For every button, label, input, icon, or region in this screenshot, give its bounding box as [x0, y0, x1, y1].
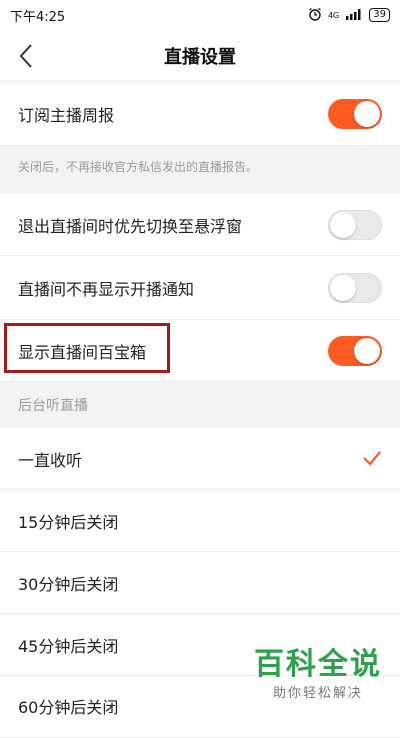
setting-no-start-notice: 直播间不再显示开播通知 [0, 256, 400, 320]
battery-icon: 39 [369, 8, 390, 22]
listen-option[interactable]: 30分钟后关闭 [0, 552, 400, 614]
listen-option[interactable]: 一直收听 [0, 428, 400, 490]
back-button[interactable] [12, 40, 40, 72]
section-background-listen: 后台听直播 [0, 382, 400, 428]
status-icons: 4G 39 [308, 7, 390, 24]
listen-option[interactable]: 15分钟后关闭 [0, 490, 400, 552]
toggle-knob [354, 100, 380, 127]
no-start-notice-toggle[interactable] [328, 272, 382, 303]
option-label: 60分钟后关闭 [18, 698, 119, 717]
alarm-icon [308, 7, 322, 24]
setting-label: 订阅主播周报 [18, 105, 115, 125]
toggle-knob [354, 337, 380, 364]
option-label: 一直收听 [18, 450, 83, 470]
checkmark-icon [362, 447, 382, 471]
setting-label: 显示直播间百宝箱 [18, 342, 147, 362]
weekly-report-toggle[interactable] [328, 98, 382, 129]
option-label: 45分钟后关闭 [18, 636, 119, 656]
setting-treasure-box: 显示直播间百宝箱 [0, 320, 400, 382]
treasure-box-toggle[interactable] [328, 335, 382, 366]
option-label: 30分钟后关闭 [18, 574, 119, 594]
weekly-report-hint: 关闭后，不再接收官方私信发出的直播报告。 [0, 146, 400, 186]
network-type: 4G [327, 10, 340, 20]
setting-weekly-report: 订阅主播周报 [0, 82, 400, 146]
header: 直播设置 [0, 30, 400, 82]
setting-floating-window: 退出直播间时优先切换至悬浮窗 [0, 194, 400, 256]
floating-window-toggle[interactable] [328, 209, 382, 240]
listen-option[interactable]: 45分钟后关闭 [0, 614, 400, 676]
status-time: 下午4:25 [10, 9, 66, 25]
setting-label: 直播间不再显示开播通知 [18, 279, 195, 299]
setting-label: 退出直播间时优先切换至悬浮窗 [18, 216, 243, 236]
toggle-knob [330, 211, 356, 238]
signal-icon [345, 8, 363, 23]
toggle-knob [330, 274, 356, 301]
chevron-left-icon [19, 44, 32, 68]
option-label: 15分钟后关闭 [18, 512, 119, 532]
status-bar: 下午4:25 4G 39 [0, 0, 400, 30]
listen-option[interactable]: 60分钟后关闭 [0, 676, 400, 738]
page-title: 直播设置 [164, 46, 236, 68]
